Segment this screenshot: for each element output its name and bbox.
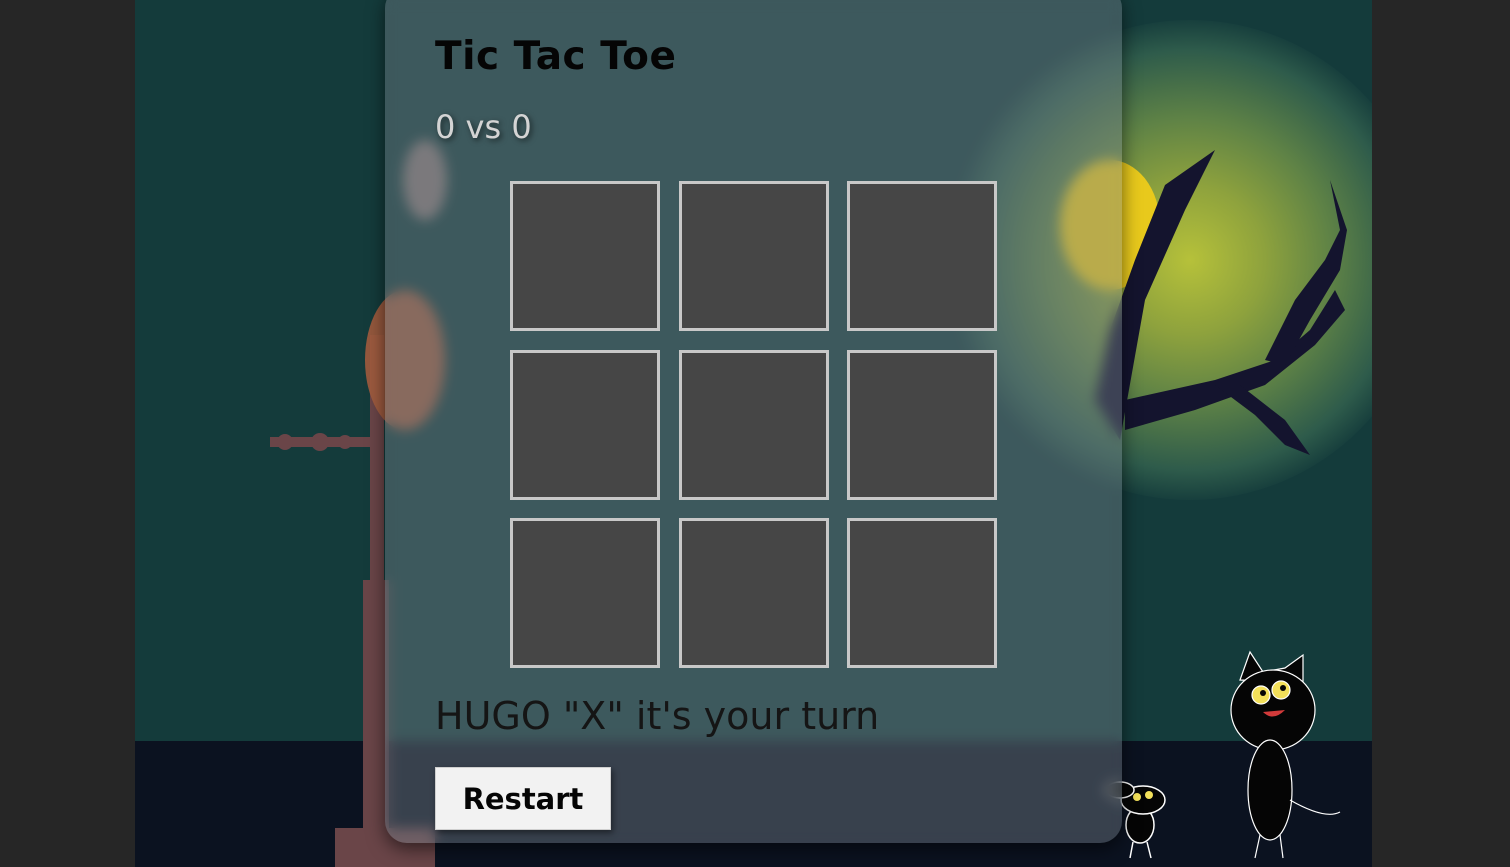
board-cell-7[interactable] [510, 518, 660, 668]
board-cell-8[interactable] [678, 518, 829, 668]
dead-tree [1095, 150, 1347, 455]
score-display: 0 vs 0 [435, 108, 532, 146]
game-title: Tic Tac Toe [435, 34, 677, 79]
game-panel: Tic Tac Toe 0 vs 0 HUGO "X" it's your tu… [385, 0, 1122, 843]
board-cell-3[interactable] [847, 181, 997, 331]
turn-status: HUGO "X" it's your turn [435, 694, 880, 738]
board-cell-1[interactable] [510, 181, 660, 331]
game-board [510, 181, 997, 668]
board-cell-6[interactable] [847, 349, 997, 500]
board-cell-2[interactable] [678, 181, 829, 331]
restart-button[interactable]: Restart [435, 767, 611, 830]
board-cell-5[interactable] [678, 349, 829, 500]
board-cell-4[interactable] [510, 349, 660, 500]
board-cell-9[interactable] [847, 518, 997, 668]
black-cat-character [1230, 650, 1341, 859]
